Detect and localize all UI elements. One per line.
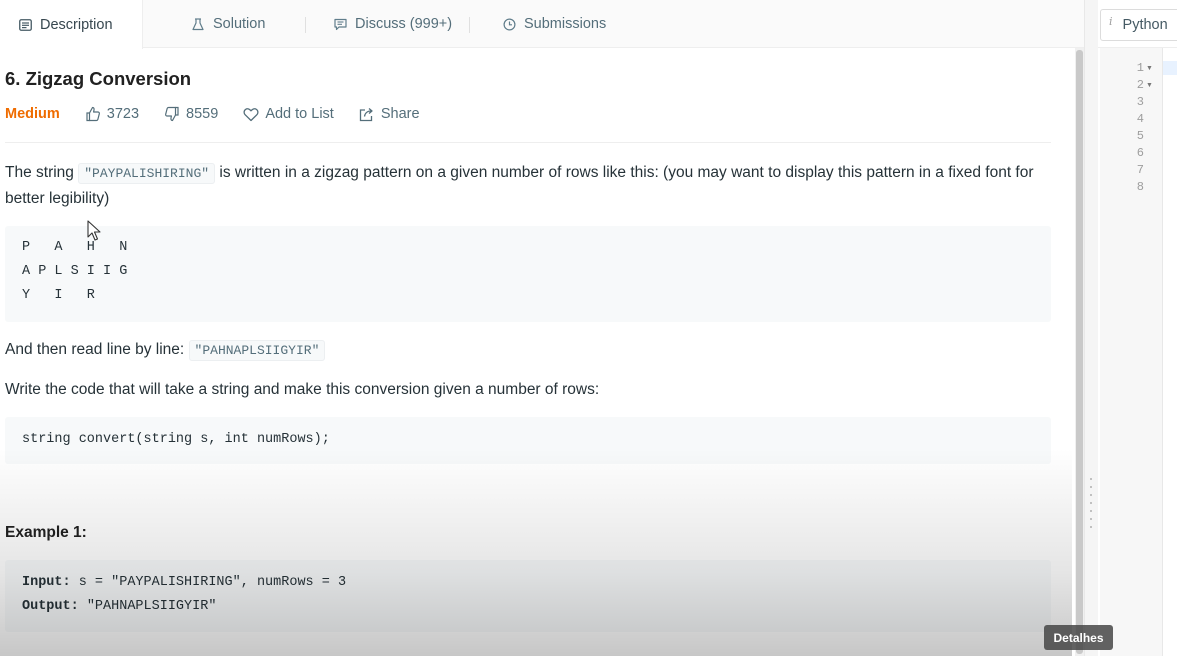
active-line-highlight <box>1163 61 1177 75</box>
output-value: "PAHNAPLSIIGYIR" <box>78 599 217 614</box>
like-count: 3723 <box>106 106 140 122</box>
resize-grip-dot <box>1090 502 1092 504</box>
line-number: 6 <box>1136 146 1144 160</box>
info-icon: i <box>1109 14 1113 28</box>
share-button[interactable]: Share <box>359 106 420 122</box>
line-number: 4 <box>1136 112 1144 126</box>
output-label: Output: <box>22 599 79 614</box>
add-to-list-label: Add to List <box>265 106 334 122</box>
resize-grip-dot <box>1090 494 1092 496</box>
problem-title: 6. Zigzag Conversion <box>5 68 192 89</box>
discuss-icon <box>332 16 348 32</box>
share-label: Share <box>380 106 420 122</box>
fold-arrow-icon[interactable]: ▼ <box>1146 77 1153 94</box>
resize-grip-dot <box>1090 526 1092 528</box>
details-button[interactable]: Detalhes <box>1044 625 1113 650</box>
tab-solution[interactable]: Solution <box>190 0 265 48</box>
line-number: 1 <box>1136 61 1144 75</box>
language-label: Python <box>1122 17 1168 33</box>
meta-divider <box>5 142 1051 143</box>
thumbs-down-icon <box>164 106 180 122</box>
problem-meta-bar: Medium 3723 8559 Add to List Share <box>5 106 445 122</box>
zigzag-line: Y I R <box>22 288 95 303</box>
line-number: 3 <box>1136 95 1144 109</box>
example-output-line: Output: "PAHNAPLSIIGYIR" <box>22 595 1051 619</box>
input-label: Input: <box>22 575 71 590</box>
resize-grip-dot <box>1090 486 1092 488</box>
tab-solution-label: Solution <box>213 16 266 32</box>
tab-discuss-label: Discuss (999+) <box>355 16 453 32</box>
tab-submissions-label: Submissions <box>524 16 607 32</box>
tab-discuss[interactable]: Discuss (999+) <box>332 0 452 48</box>
flask-icon <box>190 16 206 32</box>
inline-code-input-string: "PAYPALISHIRING" <box>78 163 216 184</box>
add-to-list-button[interactable]: Add to List <box>243 106 334 122</box>
language-select[interactable]: i Python <box>1100 9 1177 41</box>
inline-code-output-string: "PAHNAPLSIIGYIR" <box>188 340 326 361</box>
panel-resize-handle[interactable] <box>1084 0 1098 656</box>
paragraph-text: And then read line by line: <box>5 341 189 358</box>
tab-divider <box>305 17 306 33</box>
line-number: 8 <box>1136 180 1144 194</box>
thumbs-up-icon <box>85 106 101 122</box>
line-number: 7 <box>1136 163 1144 177</box>
description-paragraph-3: Write the code that will take a string a… <box>5 381 600 398</box>
example-input-line: Input: s = "PAYPALISHIRING", numRows = 3 <box>22 571 1051 595</box>
description-icon <box>17 17 33 33</box>
like-button[interactable]: 3723 <box>85 106 139 122</box>
difficulty-label: Medium <box>5 106 60 122</box>
tab-submissions[interactable]: Submissions <box>501 0 606 48</box>
tab-description-label: Description <box>40 16 113 33</box>
description-paragraph-2: And then read line by line: "PAHNAPLSIIG… <box>5 337 1045 363</box>
tab-divider <box>469 17 470 33</box>
zigzag-line: P A H N <box>22 240 128 255</box>
resize-grip-dot <box>1090 518 1092 520</box>
line-number: 2 <box>1136 78 1144 92</box>
mouse-pointer-icon <box>87 220 103 247</box>
tab-description[interactable]: Description <box>0 0 143 49</box>
description-scrollbar-thumb[interactable] <box>1076 50 1083 654</box>
dislike-count: 8559 <box>186 106 219 122</box>
function-signature-block: string convert(string s, int numRows); <box>5 417 1051 464</box>
function-signature: string convert(string s, int numRows); <box>22 432 330 447</box>
description-paragraph-1: The string "PAYPALISHIRING" is written i… <box>5 160 1045 211</box>
input-value: s = "PAYPALISHIRING", numRows = 3 <box>70 575 347 590</box>
dislike-button[interactable]: 8559 <box>164 106 218 122</box>
zigzag-line: A P L S I I G <box>22 264 128 279</box>
fold-arrow-icon[interactable]: ▼ <box>1146 60 1153 77</box>
resize-grip-dot <box>1090 510 1092 512</box>
problem-tab-bar: Description Solution Discuss (999+) Subm… <box>0 0 1090 49</box>
example-1-title: Example 1: <box>5 524 87 541</box>
zigzag-pattern-block: P A H N A P L S I I G Y I R <box>5 226 1051 322</box>
heart-icon <box>243 107 259 122</box>
example-1-block: Input: s = "PAYPALISHIRING", numRows = 3… <box>5 560 1051 632</box>
clock-icon <box>501 16 517 32</box>
line-number: 5 <box>1136 129 1144 143</box>
problem-description-panel: 6. Zigzag Conversion Medium 3723 8559 Ad… <box>0 48 1072 656</box>
paragraph-text: The string <box>5 164 79 181</box>
resize-grip-dot <box>1090 478 1092 480</box>
share-icon <box>359 107 375 122</box>
